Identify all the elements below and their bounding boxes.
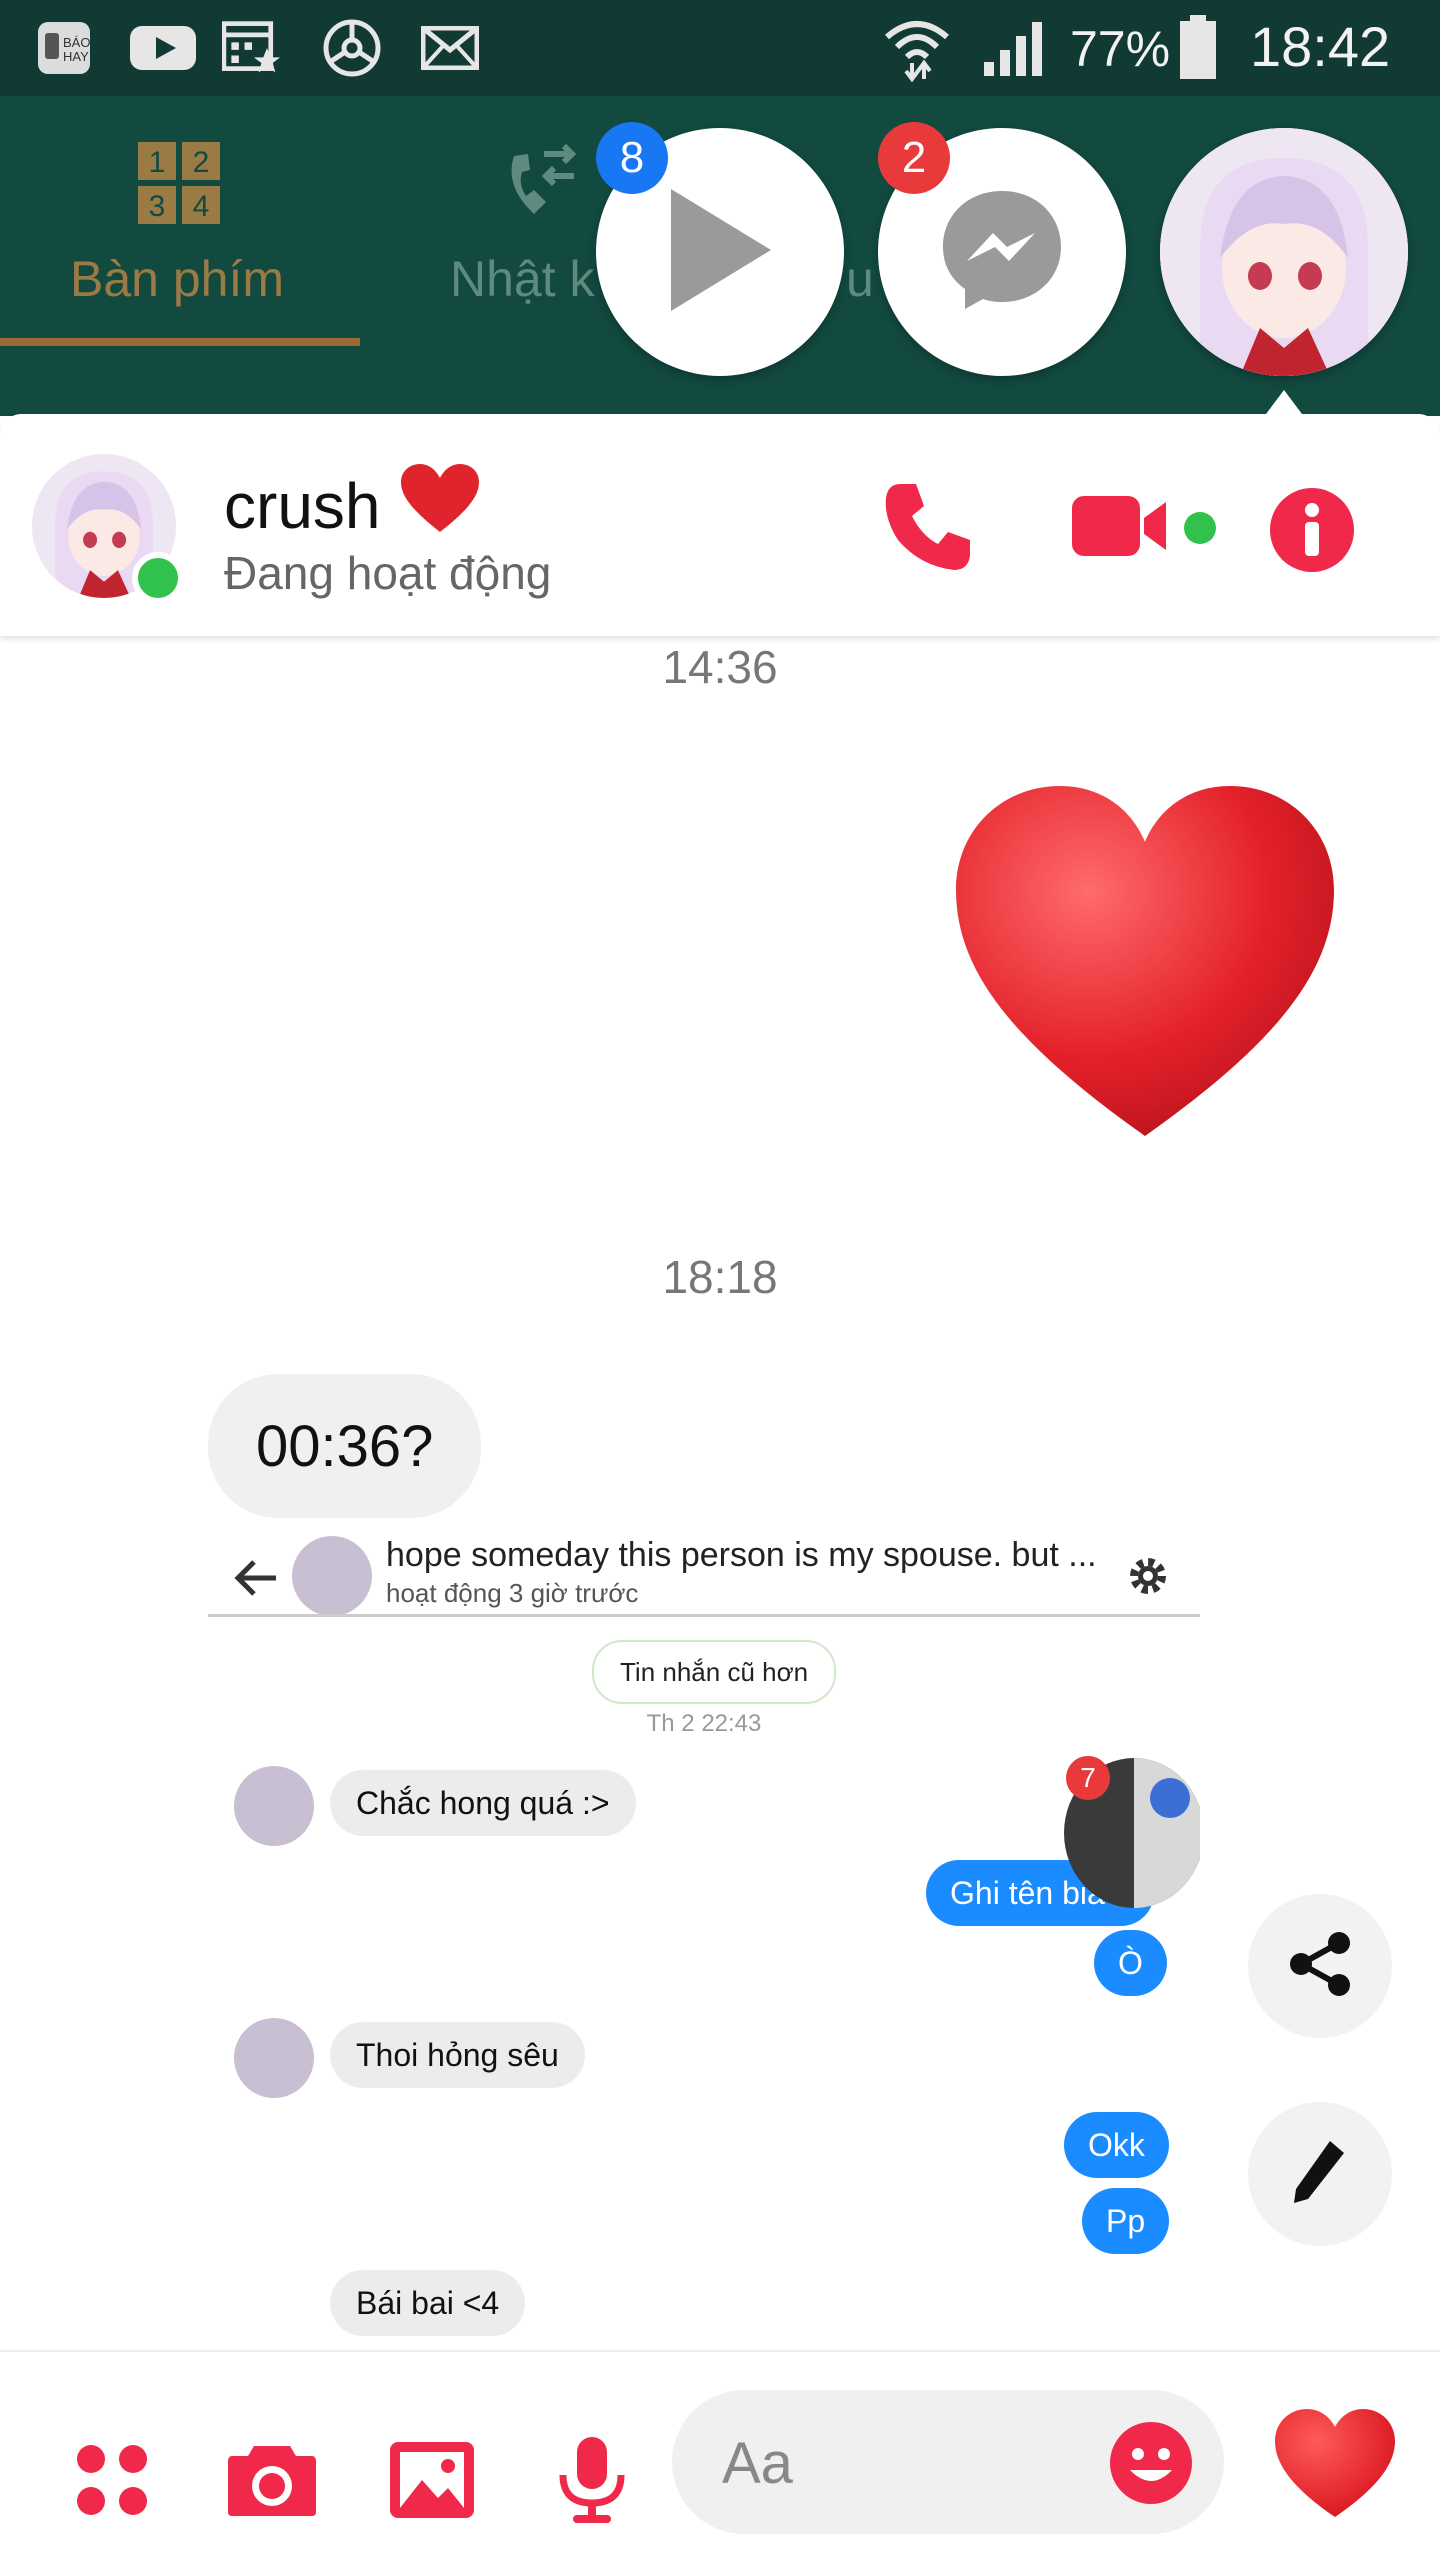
shot-title: hope someday this person is my spouse. b…: [386, 1536, 1097, 1574]
svg-text:HAY: HAY: [63, 49, 89, 64]
shot-message-in: Chắc hong quá :>: [330, 1770, 636, 1836]
voice-call-icon[interactable]: [880, 478, 976, 579]
bao-hay-app-icon: BÁO HAY: [34, 22, 94, 74]
shot-message-in: Thoi hỏng sêu: [330, 2022, 585, 2088]
messenger-icon: [939, 187, 1065, 318]
more-apps-icon[interactable]: [64, 2432, 160, 2528]
signal-icon: [980, 22, 1050, 76]
online-indicator: [132, 552, 184, 604]
message-input-placeholder: Aa: [722, 2431, 793, 2496]
shot-avatar: [234, 1766, 314, 1846]
tab-keypad[interactable]: Bàn phím: [70, 250, 284, 308]
incoming-message[interactable]: 00:36?: [208, 1374, 482, 1518]
svg-text:1: 1: [149, 146, 166, 179]
chat-header: crush Đang hoạt động: [0, 414, 1440, 636]
contact-status: Đang hoạt động: [224, 547, 552, 599]
settings-gear-icon: [1124, 1552, 1172, 1605]
message-input[interactable]: Aa: [672, 2390, 1224, 2534]
contact-name: crush: [224, 469, 381, 542]
video-call-icon[interactable]: [1070, 490, 1170, 567]
call-log-icon[interactable]: [494, 136, 584, 231]
svg-text:2: 2: [193, 146, 210, 179]
tab-favorites[interactable]: u: [846, 250, 874, 308]
shot-message-out: Ò: [1094, 1930, 1167, 1996]
wifi-icon: [882, 21, 952, 83]
shot-subtitle: hoạt động 3 giờ trước: [386, 1578, 639, 1608]
svg-text:4: 4: [193, 190, 210, 223]
calendar-icon: [222, 21, 282, 74]
message-timestamp: 18:18: [662, 1251, 778, 1303]
video-active-dot: [1184, 512, 1216, 544]
chat-head-crush[interactable]: [1160, 128, 1408, 376]
camera-icon[interactable]: [224, 2432, 320, 2528]
chat-head-badge: 8: [596, 122, 668, 194]
mail-icon: [420, 22, 480, 74]
shot-avatar: [292, 1536, 372, 1616]
anime-avatar-icon: [1160, 128, 1408, 376]
pencil-icon: [1290, 2137, 1350, 2212]
svg-text:BÁO: BÁO: [63, 35, 90, 50]
heart-like-icon[interactable]: [1270, 2398, 1400, 2528]
clock: 18:42: [1250, 15, 1391, 78]
info-icon[interactable]: [1268, 486, 1356, 579]
shot-timestamp: Th 2 22:43: [646, 1710, 762, 1737]
back-arrow-icon: [234, 1558, 278, 1603]
heart-emoji-icon: [399, 462, 481, 549]
message-composer: Aa: [0, 2350, 1440, 2562]
gallery-icon[interactable]: [384, 2432, 480, 2528]
shot-chat-head-badge: 7: [1066, 1756, 1110, 1800]
battery-percent: 77%: [1070, 21, 1171, 77]
shot-message-in: Bái bai <4: [330, 2270, 526, 2336]
battery-icon: [1176, 15, 1220, 79]
shot-avatar: [234, 2018, 314, 2098]
chat-head-badge: 2: [878, 122, 950, 194]
edit-button[interactable]: [1248, 2102, 1392, 2246]
microphone-icon[interactable]: [544, 2432, 640, 2528]
message-timestamp: 14:36: [662, 641, 778, 693]
shot-message-out: Okk: [1064, 2112, 1169, 2178]
tab-indicator: [0, 338, 360, 346]
share-button[interactable]: [1248, 1894, 1392, 2038]
play-icon: [665, 185, 775, 320]
youtube-icon: [128, 22, 198, 74]
steering-wheel-icon: [322, 19, 382, 77]
shot-message-out: Pp: [1082, 2188, 1170, 2254]
contact-name-row[interactable]: crush: [224, 462, 481, 549]
svg-text:3: 3: [149, 190, 166, 223]
sent-heart-sticker[interactable]: [952, 780, 1338, 1145]
chat-head-pointer: [1266, 390, 1302, 414]
share-icon: [1285, 1929, 1355, 2004]
emoji-icon[interactable]: [1108, 2420, 1194, 2511]
older-messages-button: Tin nhắn cũ hơn: [592, 1640, 837, 1704]
keypad-icon[interactable]: 1 2 3 4: [136, 140, 222, 231]
tab-call-log[interactable]: Nhật k: [450, 250, 595, 308]
status-bar: BÁO HAY 77% 18:42: [0, 0, 1440, 96]
shared-image[interactable]: hope someday this person is my spouse. b…: [208, 1530, 1200, 2350]
shot-divider: [208, 1614, 1200, 1617]
